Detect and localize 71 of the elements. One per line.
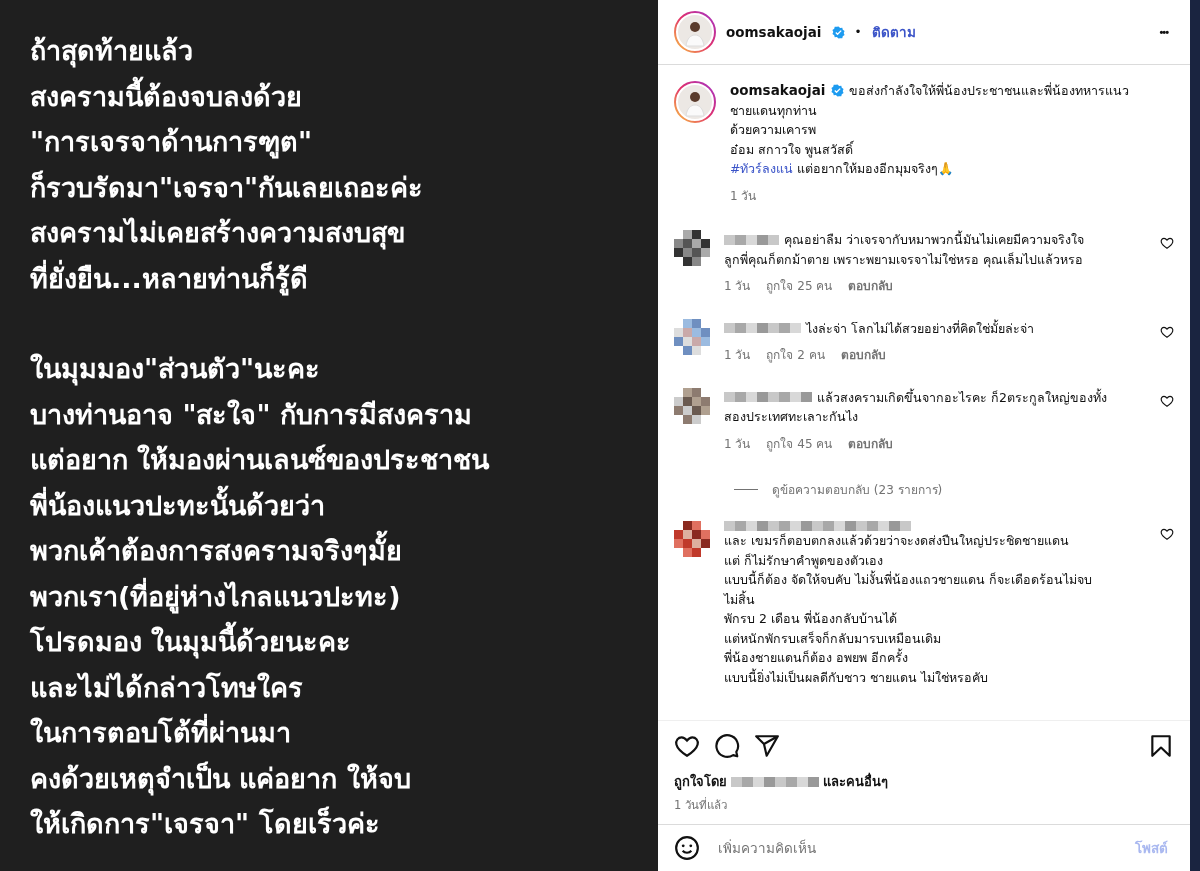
comment-time: 1 วัน [724,435,751,453]
comment-text: แต่หนักพักรบเสร็จก็กลับมารบเหมือนเดิม [724,629,942,648]
share-icon[interactable] [754,733,780,759]
comment-text: คุณอย่าลืม ว่าเจรจากับหมาพวกนี้มันไม่เคยมีความจริงใจ [784,230,1084,250]
profile-avatar[interactable] [674,81,716,123]
comment-likes[interactable]: ถูกใจ 25 คน [766,277,833,297]
comment-text: แล้วสงครามเกิดขึ้นจากอะไรคะ ก็2ตระกูลใหญ่ของทั้ง [817,387,1107,407]
comment-text: พักรบ 2 เดือน พี่น้องกลับบ้านได้ [724,609,898,628]
comment-time: 1 วัน [724,347,751,364]
posted-time: 1 วันที่แล้ว [658,792,1190,825]
image-text-line: แต่อยาก ให้มองผ่านเลนซ์ของประชาชน [30,443,491,477]
post-time: 1 วัน [730,187,757,205]
comment-text: แบบนี้ก็ต้อง จัดให้จบคับ ไม่งั้นพี่น้องแถวชายแดน ก็จะเดือดร้อนไม่จบ [724,570,1093,589]
like-icon[interactable] [1160,393,1174,408]
blurred-avatar [674,387,710,424]
separator-dot: • [854,25,862,39]
image-text-line: ก็รวบรัดมา"เจรจา"กันเลยเถอะค่ะ [30,169,425,205]
image-text-line: ให้เกิดการ"เจรจา" โดยเร็วค่ะ [30,805,381,841]
image-text-line: พวกเรา(ที่อยู่ห่างไกลแนวปะทะ) [30,577,402,616]
image-text-line: พี่น้องแนวปะทะนั้นด้วยว่า [30,482,658,528]
like-icon[interactable] [1160,324,1174,339]
blurred-avatar [674,521,710,557]
comment-text: แบบนี้ยิ่งไม่เป็นผลดีกับชาว ชายแดน ไม่ใช่หรอคับ [724,667,989,687]
image-text-line: บางท่านอาจ "สะใจ" กับการมีสงคราม [30,397,473,432]
caption-text: #ทัวร์ลงแน่ แต่อยากให้มองอีกมุมจริงๆ🙏 [730,160,956,179]
blurred-username [724,234,779,245]
view-replies-button[interactable]: ดูข้อความตอบกลับ (23 รายการ) [734,480,1174,499]
more-button[interactable]: ••• [1153,25,1174,39]
comment-text: ไงล่ะจ่า โลกไม่ได้สวยอย่างที่คิดใช่มั้ยล่ะจ่า [806,318,1034,338]
image-text-line: พวกเค้าต้องการสงครามจริงๆมั้ย [30,528,658,574]
image-text-line: ในการตอบโต้ที่ผ่านมา [30,710,658,756]
likes-prefix: ถูกใจโดย [674,772,727,792]
comment-text: สองประเทศทะเลาะกันไง [724,408,859,426]
image-text-line: สงครามนี้ต้องจบลงด้วย [30,73,658,119]
image-text-line: ที่ยั่งยืน...หลายท่านก็รู้ดี [30,259,309,298]
likes-suffix[interactable]: และคนอื่นๆ [823,771,888,792]
caption-text: อ๋อม สกาวใจ พูนสวัสดิ์ [730,139,855,159]
image-text-line: "การเจรจาด้านการฑูต" [30,125,314,161]
follow-link[interactable]: ติดตาม [871,21,916,43]
hashtag-link[interactable]: #ทัวร์ลงแน่ [730,161,794,176]
blurred-avatar [674,230,710,266]
reply-link[interactable]: ตอบกลับ [848,434,894,454]
reply-link[interactable]: ตอบกลับ [840,346,886,366]
reply-link[interactable]: ตอบกลับ [848,277,894,297]
comment-time: 1 วัน [724,278,751,295]
like-icon[interactable] [674,733,700,759]
username[interactable]: oomsakaojai [730,81,826,101]
blurred-avatar [674,318,710,355]
comment-text: แต่ ก็ไม่รักษาคำพูดของตัวเอง [724,551,884,570]
comment-likes[interactable]: ถูกใจ 45 คน [766,434,833,454]
image-text-line: สงครามไม่เคยสร้างความสงบสุข [30,216,406,252]
image-text-line: ถ้าสุดท้ายแล้ว [30,34,194,70]
image-text-line: ในมุมมอง"ส่วนตัว"นะคะ [30,352,322,388]
caption-text: ชายแดนทุกท่าน [730,101,818,120]
profile-avatar[interactable] [674,11,716,53]
image-text-line: คงด้วยเหตุจำเป็น แค่อยาก ให้จบ [30,760,412,798]
image-text-line: โปรดมอง ในมุมนี้ด้วยนะคะ [30,619,658,665]
bookmark-icon[interactable] [1148,733,1174,759]
caption-text: ด้วยความเคารพ [730,121,817,139]
image-text-line: และไม่ได้กล่าวโทษใคร [30,670,304,705]
emoji-icon[interactable] [674,835,700,861]
comment-text: พี่น้องชายแดนก็ต้อง อพยพ อีกครั้ง [724,648,909,667]
comment-text: ไม่สิ้น [724,589,756,609]
comment-text: ลูกพี่คุณก็ตกม้าตาย เพราะพยามเจรจาไม่ใช่หรอ คุณเล็มไปแล้วหรอ [724,250,1084,269]
like-icon[interactable] [1160,527,1174,541]
like-icon[interactable] [1160,236,1174,250]
username[interactable]: oomsakaojai [726,24,822,40]
caption-text: ขอส่งกำลังใจให้พี่น้องประชาชนและพี่น้องทหารแนว [848,81,1129,100]
comment-likes[interactable]: ถูกใจ 2 คน [766,346,825,366]
comment-text: และ เขมรก็ตอบตกลงแล้วด้วยว่าจะงดส่งปืนใหญ่ประชิดชายแดน [724,532,1070,550]
comment-icon[interactable] [714,733,740,759]
